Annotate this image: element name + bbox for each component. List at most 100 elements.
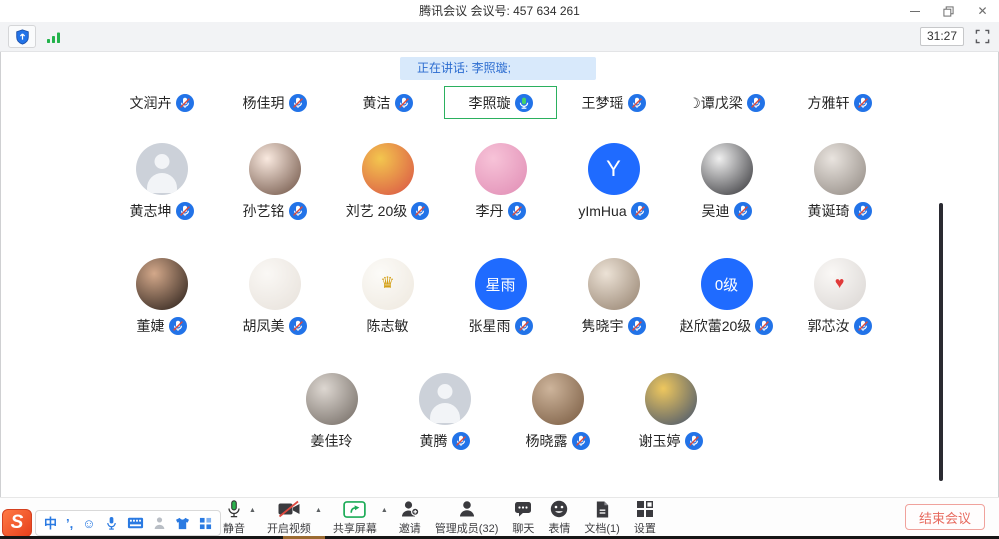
participant-name-line: 孙艺铭	[243, 201, 307, 221]
participant-tile[interactable]: 星雨张星雨	[444, 258, 557, 336]
toolbar-mute-button[interactable]: 静音	[220, 497, 248, 537]
participant-tile[interactable]: ♥郭芯汝	[783, 258, 896, 336]
mic-muted-icon	[508, 202, 526, 220]
participant-tile[interactable]: ☽谭戊梁	[670, 86, 783, 119]
participant-name-line: 姜佳玲	[311, 431, 353, 451]
ime-emoji-button[interactable]: ☺	[82, 517, 95, 530]
participant-name: 王梦瑶	[582, 93, 624, 113]
participant-tile[interactable]: YyImHua	[557, 143, 670, 221]
mic-muted-icon	[628, 94, 646, 112]
participant-avatar: 0级	[701, 258, 753, 310]
ime-language-mode-button[interactable]: 中	[44, 517, 57, 530]
participant-tile[interactable]: 王梦瑶	[557, 86, 670, 119]
ime-tray: 中 ’, ☺	[35, 510, 221, 536]
participant-tile[interactable]: 李照璇	[444, 86, 557, 119]
toolbar-emoji-button[interactable]: 表情	[545, 497, 573, 537]
toolbar-share-more-arrow[interactable]: ▲	[381, 507, 388, 514]
participant-name: 李丹	[476, 201, 504, 221]
participant-tile[interactable]: 吴迪	[670, 143, 783, 221]
participant-tile[interactable]: 董婕	[105, 258, 218, 336]
keyboard-icon	[127, 517, 144, 529]
ime-toolbox-button[interactable]	[199, 517, 212, 530]
toolbar-video-button[interactable]: 开启视频	[264, 497, 314, 537]
participant-name: 陈志敏	[367, 316, 409, 336]
account-icon	[153, 516, 166, 530]
participant-tile[interactable]: 方雅轩	[783, 86, 896, 119]
participant-avatar	[136, 143, 188, 195]
toolbar-docs-button[interactable]: 文档(1)	[581, 497, 622, 537]
participant-avatar	[249, 143, 301, 195]
toolbar-mute-more-arrow[interactable]: ▲	[249, 507, 256, 514]
participant-tile[interactable]: 隽晓宇	[557, 258, 670, 336]
participant-name: yImHua	[578, 203, 626, 219]
emoji-icon	[549, 499, 569, 519]
participant-avatar	[701, 143, 753, 195]
ime-account-button[interactable]	[153, 516, 166, 530]
participant-name-line: 黄洁	[363, 93, 413, 113]
mic-muted-icon	[176, 94, 194, 112]
participant-name: 黄志坤	[130, 201, 172, 221]
participant-name-line: yImHua	[578, 201, 648, 221]
participant-tile[interactable]: 黄腾	[388, 373, 501, 451]
participant-name-line: 李照璇	[469, 93, 533, 113]
participant-row: 姜佳玲 黄腾杨晓露 谢玉婷	[105, 373, 897, 451]
ime-voice-input-button[interactable]	[105, 516, 118, 531]
mic-muted-icon	[755, 317, 773, 335]
participant-tile[interactable]: 姜佳玲	[275, 373, 388, 451]
participant-name-line: 刘艺 20级	[346, 201, 429, 221]
toolbar-video-more-arrow[interactable]: ▲	[315, 507, 322, 514]
participant-name-line: 董婕	[137, 316, 187, 336]
toolbar-chat-label: 聊天	[512, 520, 534, 536]
participant-tile[interactable]: 杨晓露	[501, 373, 614, 451]
participant-name-line: 杨晓露	[526, 431, 590, 451]
mic-muted-icon	[169, 317, 187, 335]
participant-avatar: ♥	[814, 258, 866, 310]
sogou-logo-icon[interactable]: S	[2, 509, 32, 537]
end-meeting-button[interactable]: 结束会议	[905, 504, 985, 530]
toolbar-settings-button[interactable]: 设置	[631, 497, 659, 537]
document-icon	[594, 499, 611, 519]
participant-name: 张星雨	[469, 316, 511, 336]
participant-tile[interactable]: ♛陈志敏	[331, 258, 444, 336]
participant-tile[interactable]: 黄洁	[331, 86, 444, 119]
toolbar-invite-label: 邀请	[399, 520, 421, 536]
ime-bar: S 中 ’, ☺	[2, 509, 221, 537]
participant-tile[interactable]: 谢玉婷	[614, 373, 727, 451]
participant-name-line: 方雅轩	[808, 93, 872, 113]
mic-muted-icon	[515, 317, 533, 335]
toolbar-share-button[interactable]: 共享屏幕	[330, 497, 380, 537]
participant-tile[interactable]: 杨佳玥	[218, 86, 331, 119]
participant-name: 文润卉	[130, 93, 172, 113]
mic-muted-icon	[734, 202, 752, 220]
participant-tile[interactable]: 黄志坤	[105, 143, 218, 221]
mic-muted-icon	[572, 432, 590, 450]
participant-grid: 文润卉 杨佳玥 黄洁 李照璇 王梦瑶 ☽谭戊梁 方雅轩黄志坤 孙艺铭 刘艺 20级 李丹 YyImH…	[0, 0, 999, 539]
participant-name-line: ☽谭戊梁	[688, 93, 765, 113]
ime-punctuation-button[interactable]: ’,	[66, 517, 73, 530]
participant-name-line: 李丹	[476, 201, 526, 221]
toolbar-invite-button[interactable]: 邀请	[396, 497, 424, 537]
participant-tile[interactable]: 刘艺 20级	[331, 143, 444, 221]
participant-name-line: 赵欣蕾20级	[680, 316, 774, 336]
ime-skin-button[interactable]	[175, 517, 190, 530]
toolbar-members-button[interactable]: 管理成员(32)	[432, 497, 502, 537]
participant-tile[interactable]: 李丹	[444, 143, 557, 221]
toolbar-share-label: 共享屏幕	[333, 520, 377, 536]
ime-keyboard-button[interactable]	[127, 517, 144, 529]
grid-scrollbar[interactable]	[939, 203, 943, 481]
participant-name: 杨佳玥	[243, 93, 285, 113]
participant-name-line: 吴迪	[702, 201, 752, 221]
participant-row: 文润卉 杨佳玥 黄洁 李照璇 王梦瑶 ☽谭戊梁 方雅轩	[105, 86, 897, 119]
participant-name: 李照璇	[469, 93, 511, 113]
participant-name: 胡凤美	[243, 316, 285, 336]
participant-name-line: 黄志坤	[130, 201, 194, 221]
participant-tile[interactable]: 胡凤美	[218, 258, 331, 336]
participant-tile[interactable]: 0级赵欣蕾20级	[670, 258, 783, 336]
participant-name: 孙艺铭	[243, 201, 285, 221]
participant-tile[interactable]: 孙艺铭	[218, 143, 331, 221]
toolbar-chat-button[interactable]: 聊天	[509, 497, 537, 537]
participant-tile[interactable]: 黄诞琦	[783, 143, 896, 221]
participant-tile[interactable]: 文润卉	[105, 86, 218, 119]
settings-icon	[636, 499, 654, 519]
participant-name: 谢玉婷	[639, 431, 681, 451]
